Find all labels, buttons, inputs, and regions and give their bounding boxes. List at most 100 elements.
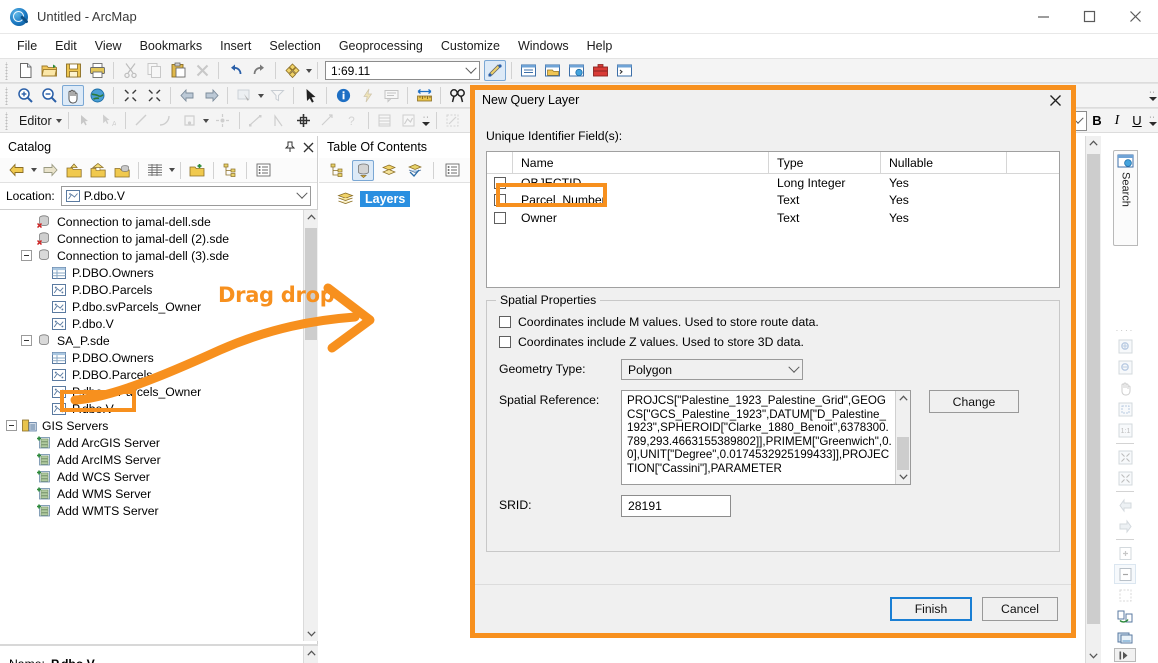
- change-spatial-reference-button[interactable]: Change: [929, 390, 1019, 413]
- go-back-extent-icon[interactable]: [176, 85, 198, 106]
- construction-dropdown-icon[interactable]: [202, 110, 211, 131]
- catalog-icon[interactable]: [541, 60, 563, 81]
- expand-panel-icon[interactable]: [1114, 648, 1136, 662]
- editor-overflow-button[interactable]: ··: [421, 110, 432, 131]
- tree-collapse-toggle[interactable]: [21, 335, 32, 346]
- grid-header-type[interactable]: Type: [769, 152, 881, 174]
- field-checkbox[interactable]: [494, 211, 506, 224]
- catalog-tree-item[interactable]: Add WCS Server: [0, 468, 300, 485]
- connect-folder-icon[interactable]: [186, 160, 208, 181]
- scroll-down-icon[interactable]: [304, 626, 318, 641]
- intersection-icon[interactable]: [293, 110, 315, 131]
- sketch-properties-icon[interactable]: [398, 110, 420, 131]
- scroll-up-icon[interactable]: [1086, 136, 1101, 151]
- grid-header-nullable[interactable]: Nullable: [881, 152, 1007, 174]
- delete-icon[interactable]: [191, 60, 213, 81]
- add-data-icon[interactable]: [281, 60, 303, 81]
- scroll-up-icon[interactable]: [304, 646, 318, 661]
- full-extent-icon[interactable]: [86, 85, 108, 106]
- measure-icon[interactable]: [413, 85, 435, 106]
- menu-view[interactable]: View: [86, 36, 131, 56]
- drawing-overflow-button[interactable]: ··: [1147, 110, 1158, 131]
- toolbar-overflow-button[interactable]: ··: [1147, 85, 1158, 106]
- grid-row[interactable]: Parcel_Number Text Yes: [487, 192, 1059, 210]
- catalog-tree-item[interactable]: P.DBO.Parcels: [0, 281, 300, 298]
- cancel-button[interactable]: Cancel: [982, 597, 1058, 621]
- close-button[interactable]: [1112, 0, 1158, 34]
- minimize-button[interactable]: [1020, 0, 1066, 34]
- search-window-icon[interactable]: [565, 60, 587, 81]
- z-values-checkbox[interactable]: [499, 336, 511, 348]
- italic-button[interactable]: I: [1107, 113, 1127, 129]
- options-icon[interactable]: [441, 160, 463, 181]
- spatial-reference-scroll-thumb[interactable]: [897, 437, 909, 470]
- arctoolbox-icon[interactable]: [589, 60, 611, 81]
- map-scale-combo[interactable]: 1:69.11: [325, 61, 480, 80]
- map-scroll-thumb[interactable]: [1087, 154, 1100, 624]
- menu-file[interactable]: File: [8, 36, 46, 56]
- catalog-tree-item[interactable]: Connection to jamal-dell (2).sde: [0, 230, 300, 247]
- grid-row[interactable]: Owner Text Yes: [487, 209, 1059, 227]
- scroll-down-icon[interactable]: [1086, 648, 1101, 663]
- field-checkbox[interactable]: [494, 176, 506, 189]
- paste-icon[interactable]: [167, 60, 189, 81]
- editor-menu-label[interactable]: Editor: [13, 114, 55, 128]
- straight-segment-icon[interactable]: [131, 110, 153, 131]
- add-bookmark-icon[interactable]: [1114, 543, 1136, 563]
- fixed-zoom-in-icon[interactable]: [1114, 447, 1136, 467]
- table-of-contents-icon[interactable]: [517, 60, 539, 81]
- catalog-scroll-thumb[interactable]: [305, 228, 317, 340]
- mini-toolbar-grip[interactable]: ····: [1116, 326, 1135, 335]
- tangent-curve-icon[interactable]: [317, 110, 339, 131]
- scroll-up-icon[interactable]: [304, 210, 318, 225]
- default-geodatabase-icon[interactable]: [111, 160, 133, 181]
- toolbar-grip[interactable]: [3, 111, 10, 130]
- toc-root-item[interactable]: Layers: [337, 191, 471, 207]
- trace-icon[interactable]: [179, 110, 201, 131]
- undo-sketch-icon[interactable]: ?: [341, 110, 363, 131]
- chevron-down-icon[interactable]: [786, 366, 802, 374]
- toggle-details-icon[interactable]: [252, 160, 274, 181]
- zoom-in-icon[interactable]: [1114, 336, 1136, 356]
- close-icon[interactable]: [299, 138, 317, 156]
- full-extent-icon[interactable]: [1114, 399, 1136, 419]
- undo-icon[interactable]: [224, 60, 246, 81]
- save-icon[interactable]: [62, 60, 84, 81]
- editor-menu-dropdown-icon[interactable]: [55, 110, 64, 131]
- open-folder-icon[interactable]: [38, 60, 60, 81]
- finish-button[interactable]: Finish: [890, 597, 972, 621]
- contents-view-icon[interactable]: [144, 160, 166, 181]
- tree-collapse-toggle[interactable]: [6, 420, 17, 431]
- direction-distance-icon[interactable]: [269, 110, 291, 131]
- chevron-down-icon[interactable]: [463, 67, 479, 75]
- location-combo[interactable]: P.dbo.V: [60, 185, 311, 206]
- bold-button[interactable]: B: [1087, 113, 1107, 128]
- menu-customize[interactable]: Customize: [432, 36, 509, 56]
- zoom-out-icon[interactable]: [38, 85, 60, 106]
- attributes-icon[interactable]: [374, 110, 396, 131]
- spatial-reference-scrollbar[interactable]: [895, 391, 910, 484]
- python-window-icon[interactable]: [613, 60, 635, 81]
- menu-insert[interactable]: Insert: [211, 36, 260, 56]
- distance-distance-icon[interactable]: [245, 110, 267, 131]
- catalog-tree-item[interactable]: P.dbo.V: [0, 400, 300, 417]
- select-features-dropdown-icon[interactable]: [256, 85, 265, 106]
- toc-tree[interactable]: Layers: [319, 183, 471, 207]
- select-features-icon[interactable]: [233, 85, 255, 106]
- unique-identifier-grid[interactable]: Name Type Nullable OBJECTID Long Integer Y…: [486, 151, 1060, 288]
- menu-bookmarks[interactable]: Bookmarks: [131, 36, 212, 56]
- catalog-tree-item[interactable]: P.DBO.Owners: [0, 349, 300, 366]
- catalog-tree-item[interactable]: P.DBO.Owners: [0, 264, 300, 281]
- one-to-one-icon[interactable]: 1:1: [1114, 420, 1136, 440]
- m-values-row[interactable]: Coordinates include M values. Used to st…: [499, 315, 1047, 329]
- redo-icon[interactable]: [248, 60, 270, 81]
- close-icon[interactable]: [1042, 89, 1068, 111]
- menu-help[interactable]: Help: [578, 36, 622, 56]
- go-next-extent-icon[interactable]: [200, 85, 222, 106]
- catalog-tree-scrollbar[interactable]: [303, 210, 318, 641]
- catalog-tree-item[interactable]: Add WMS Server: [0, 485, 300, 502]
- identify-icon[interactable]: [332, 85, 354, 106]
- spatial-reference-textarea[interactable]: PROJCS["Palestine_1923_Palestine_Grid",G…: [621, 390, 911, 485]
- catalog-tree-item[interactable]: P.DBO.Parcels: [0, 366, 300, 383]
- zoom-in-icon[interactable]: [14, 85, 36, 106]
